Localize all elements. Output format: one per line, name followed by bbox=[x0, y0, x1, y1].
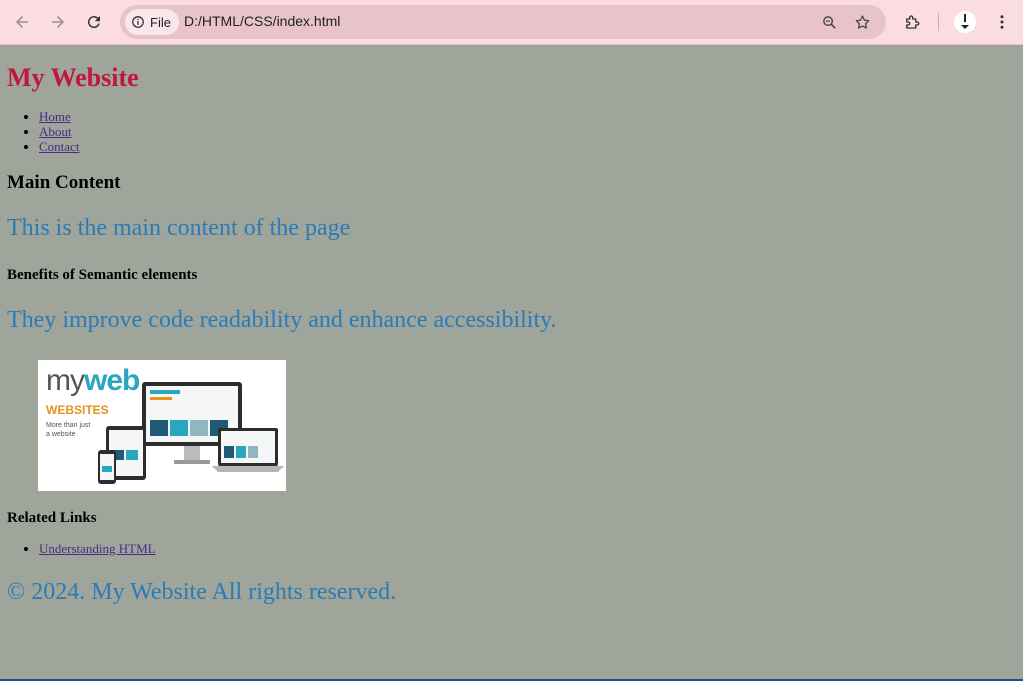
site-nav: Home About Contact bbox=[0, 109, 79, 154]
sub-heading: Benefits of Semantic elements bbox=[7, 267, 198, 283]
reload-icon bbox=[87, 16, 100, 29]
promo-brand-my: my bbox=[46, 364, 85, 397]
main-text: This is the main content of the page bbox=[7, 215, 351, 241]
web-page: My Website Home About Contact Main Conte… bbox=[0, 45, 1023, 681]
nav-link-contact[interactable]: Contact bbox=[39, 139, 79, 154]
puzzle-icon bbox=[906, 15, 920, 29]
more-vert-icon bbox=[1000, 15, 1004, 29]
sub-text: They improve code readability and enhanc… bbox=[7, 307, 557, 333]
nav-item-about: About bbox=[39, 124, 79, 139]
nav-item-home: Home bbox=[39, 109, 79, 124]
related-heading: Related Links bbox=[7, 510, 97, 526]
browser-toolbar: File D:/HTML/CSS/index.html bbox=[0, 0, 1023, 45]
bookmark-button[interactable] bbox=[852, 12, 872, 32]
related-links-list: Understanding HTML bbox=[0, 541, 156, 557]
devices-illustration bbox=[98, 382, 284, 484]
forward-button[interactable] bbox=[44, 8, 72, 36]
zoom-button[interactable] bbox=[819, 12, 839, 32]
address-bar[interactable]: File D:/HTML/CSS/index.html bbox=[120, 5, 886, 39]
main-heading: Main Content bbox=[7, 172, 121, 193]
site-title: My Website bbox=[7, 63, 139, 92]
arrow-right-icon bbox=[52, 16, 64, 28]
avatar-icon bbox=[954, 11, 976, 33]
nav-item-contact: Contact bbox=[39, 139, 79, 154]
star-icon bbox=[855, 14, 869, 29]
arrow-left-icon bbox=[16, 16, 28, 28]
profile-avatar[interactable] bbox=[954, 11, 976, 33]
reload-button[interactable] bbox=[80, 8, 108, 36]
menu-button[interactable] bbox=[991, 11, 1013, 33]
url-text[interactable]: D:/HTML/CSS/index.html bbox=[184, 13, 340, 29]
myweb-promo-image: myweb WEBSITES More than just a website bbox=[38, 360, 286, 491]
file-chip-label: File bbox=[150, 14, 171, 30]
nav-link-home[interactable]: Home bbox=[39, 109, 71, 124]
footer-text: © 2024. My Website All rights reserved. bbox=[7, 579, 397, 605]
related-item: Understanding HTML bbox=[39, 541, 156, 557]
toolbar-divider bbox=[938, 13, 939, 31]
zoom-icon bbox=[822, 15, 836, 29]
extensions-button[interactable] bbox=[901, 11, 923, 33]
related-link-understanding-html[interactable]: Understanding HTML bbox=[39, 541, 156, 556]
back-button[interactable] bbox=[8, 8, 36, 36]
site-info-chip[interactable]: File bbox=[125, 9, 179, 35]
nav-link-about[interactable]: About bbox=[39, 124, 72, 139]
info-icon bbox=[132, 16, 144, 28]
promo-tagline: More than just a website bbox=[46, 422, 91, 438]
